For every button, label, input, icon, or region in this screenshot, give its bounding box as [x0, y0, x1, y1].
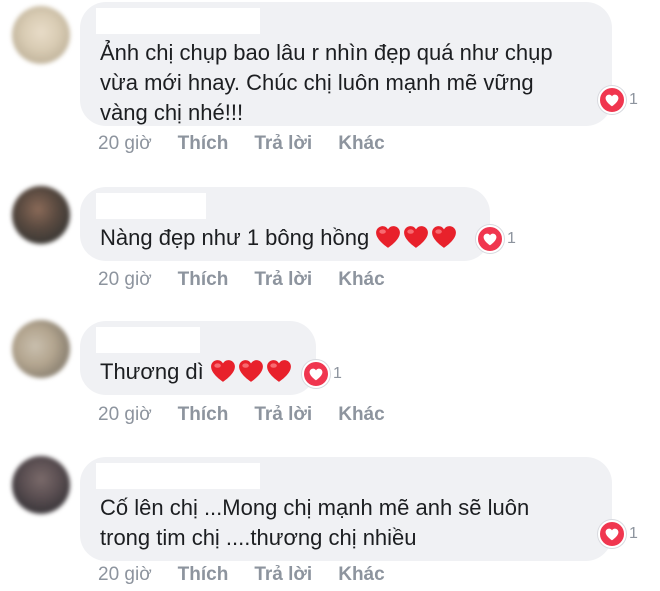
comment-bubble: Ảnh chị chụp bao lâu r nhìn đẹp quá như …	[80, 2, 612, 126]
reply-button[interactable]: Trả lời	[254, 269, 312, 291]
love-icon	[598, 520, 626, 548]
reaction-summary[interactable]: 1	[302, 360, 342, 388]
like-button[interactable]: Thích	[178, 269, 229, 291]
like-button[interactable]: Thích	[178, 404, 229, 426]
timestamp[interactable]: 20 giờ	[98, 133, 152, 155]
comment-text: Thương dì	[100, 357, 292, 387]
comment-actions: 20 giờ Thích Trả lời Khác	[98, 404, 411, 426]
reply-button[interactable]: Trả lời	[254, 133, 312, 155]
love-icon	[476, 225, 504, 253]
reaction-count: 1	[507, 230, 516, 247]
reaction-summary[interactable]: 1	[598, 520, 638, 548]
comment-bubble: Thương dì	[80, 321, 316, 395]
love-icon	[302, 360, 330, 388]
love-icon	[598, 86, 626, 114]
more-button[interactable]: Khác	[338, 269, 384, 291]
author-name[interactable]	[96, 8, 260, 34]
reply-button[interactable]: Trả lời	[254, 564, 312, 586]
author-name[interactable]	[96, 327, 200, 353]
comment-actions: 20 giờ Thích Trả lời Khác	[98, 564, 411, 586]
red-heart-icon	[210, 359, 292, 383]
reaction-count: 1	[333, 365, 342, 382]
comment-text: Cố lên chị ...Mong chị mạnh mẽ anh sẽ lu…	[100, 495, 530, 550]
timestamp[interactable]: 20 giờ	[98, 564, 152, 586]
comment-bubble: Nàng đẹp như 1 bông hồng	[80, 187, 490, 261]
avatar[interactable]	[12, 6, 70, 64]
comment-bubble: Cố lên chị ...Mong chị mạnh mẽ anh sẽ lu…	[80, 457, 612, 561]
comment-actions: 20 giờ Thích Trả lời Khác	[98, 133, 411, 155]
reaction-summary[interactable]: 1	[476, 225, 516, 253]
more-button[interactable]: Khác	[338, 133, 384, 155]
avatar[interactable]	[12, 456, 70, 514]
comment-text: Nàng đẹp như 1 bông hồng	[100, 223, 457, 253]
comment-text-content: Thương dì	[100, 359, 204, 384]
timestamp[interactable]: 20 giờ	[98, 269, 152, 291]
author-name[interactable]	[96, 193, 206, 219]
avatar[interactable]	[12, 320, 70, 378]
comment-text: Ảnh chị chụp bao lâu r nhìn đẹp quá như …	[100, 40, 553, 125]
comment-text-content: Nàng đẹp như 1 bông hồng	[100, 225, 370, 250]
more-button[interactable]: Khác	[338, 404, 384, 426]
timestamp[interactable]: 20 giờ	[98, 404, 152, 426]
avatar[interactable]	[12, 186, 70, 244]
reply-button[interactable]: Trả lời	[254, 404, 312, 426]
more-button[interactable]: Khác	[338, 564, 384, 586]
comment-actions: 20 giờ Thích Trả lời Khác	[98, 269, 411, 291]
red-heart-icon	[375, 225, 457, 249]
like-button[interactable]: Thích	[178, 564, 229, 586]
reaction-summary[interactable]: 1	[598, 86, 638, 114]
like-button[interactable]: Thích	[178, 133, 229, 155]
reaction-count: 1	[629, 91, 638, 108]
reaction-count: 1	[629, 525, 638, 542]
author-name[interactable]	[96, 463, 260, 489]
